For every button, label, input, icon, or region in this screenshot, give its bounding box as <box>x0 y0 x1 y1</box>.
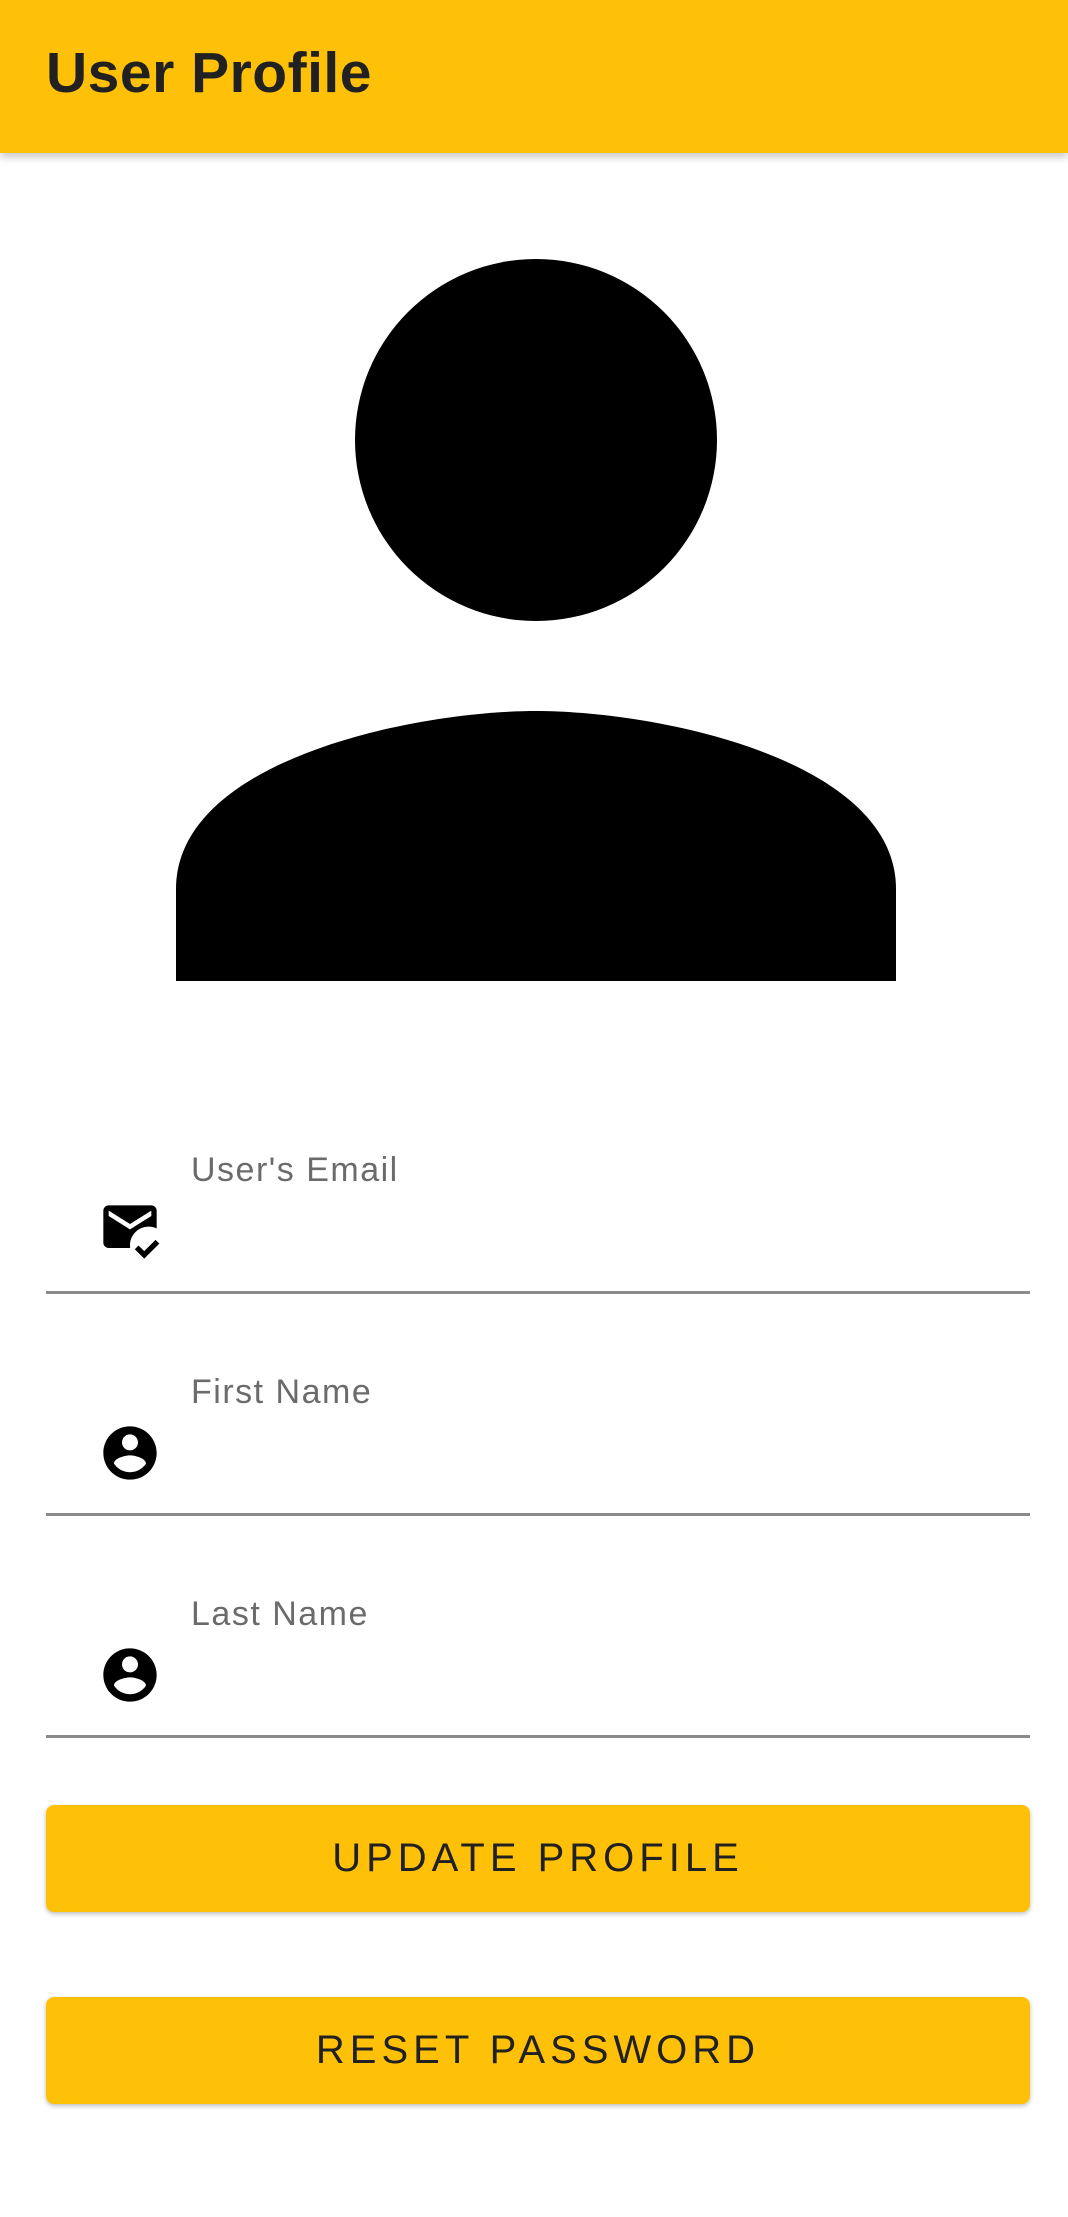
last-name-label: Last Name <box>191 1595 369 1633</box>
first-name-label: First Name <box>191 1373 373 1411</box>
reset-password-button[interactable]: RESET PASSWORD <box>46 1997 1030 2104</box>
account-circle-icon <box>103 1648 157 1702</box>
last-name-underline <box>46 1735 1030 1738</box>
last-name-input[interactable] <box>191 1651 1011 1699</box>
update-profile-button[interactable]: UPDATE PROFILE <box>46 1805 1030 1912</box>
email-input[interactable] <box>191 1207 1011 1255</box>
app-bar: User Profile <box>0 0 1068 153</box>
last-name-field[interactable]: Last Name <box>46 1584 1030 1784</box>
mark-email-read-icon <box>103 1205 160 1259</box>
email-underline <box>46 1291 1030 1294</box>
first-name-field[interactable]: First Name <box>46 1362 1030 1562</box>
account-circle-icon <box>103 1426 157 1480</box>
email-field[interactable]: User's Email <box>46 1140 1030 1340</box>
person-silhouette-icon[interactable] <box>176 259 896 981</box>
page-title: User Profile <box>46 41 372 105</box>
avatar-head <box>355 259 717 621</box>
first-name-input[interactable] <box>191 1429 1011 1477</box>
avatar-body <box>176 711 896 981</box>
first-name-underline <box>46 1513 1030 1516</box>
email-label: User's Email <box>191 1151 399 1189</box>
